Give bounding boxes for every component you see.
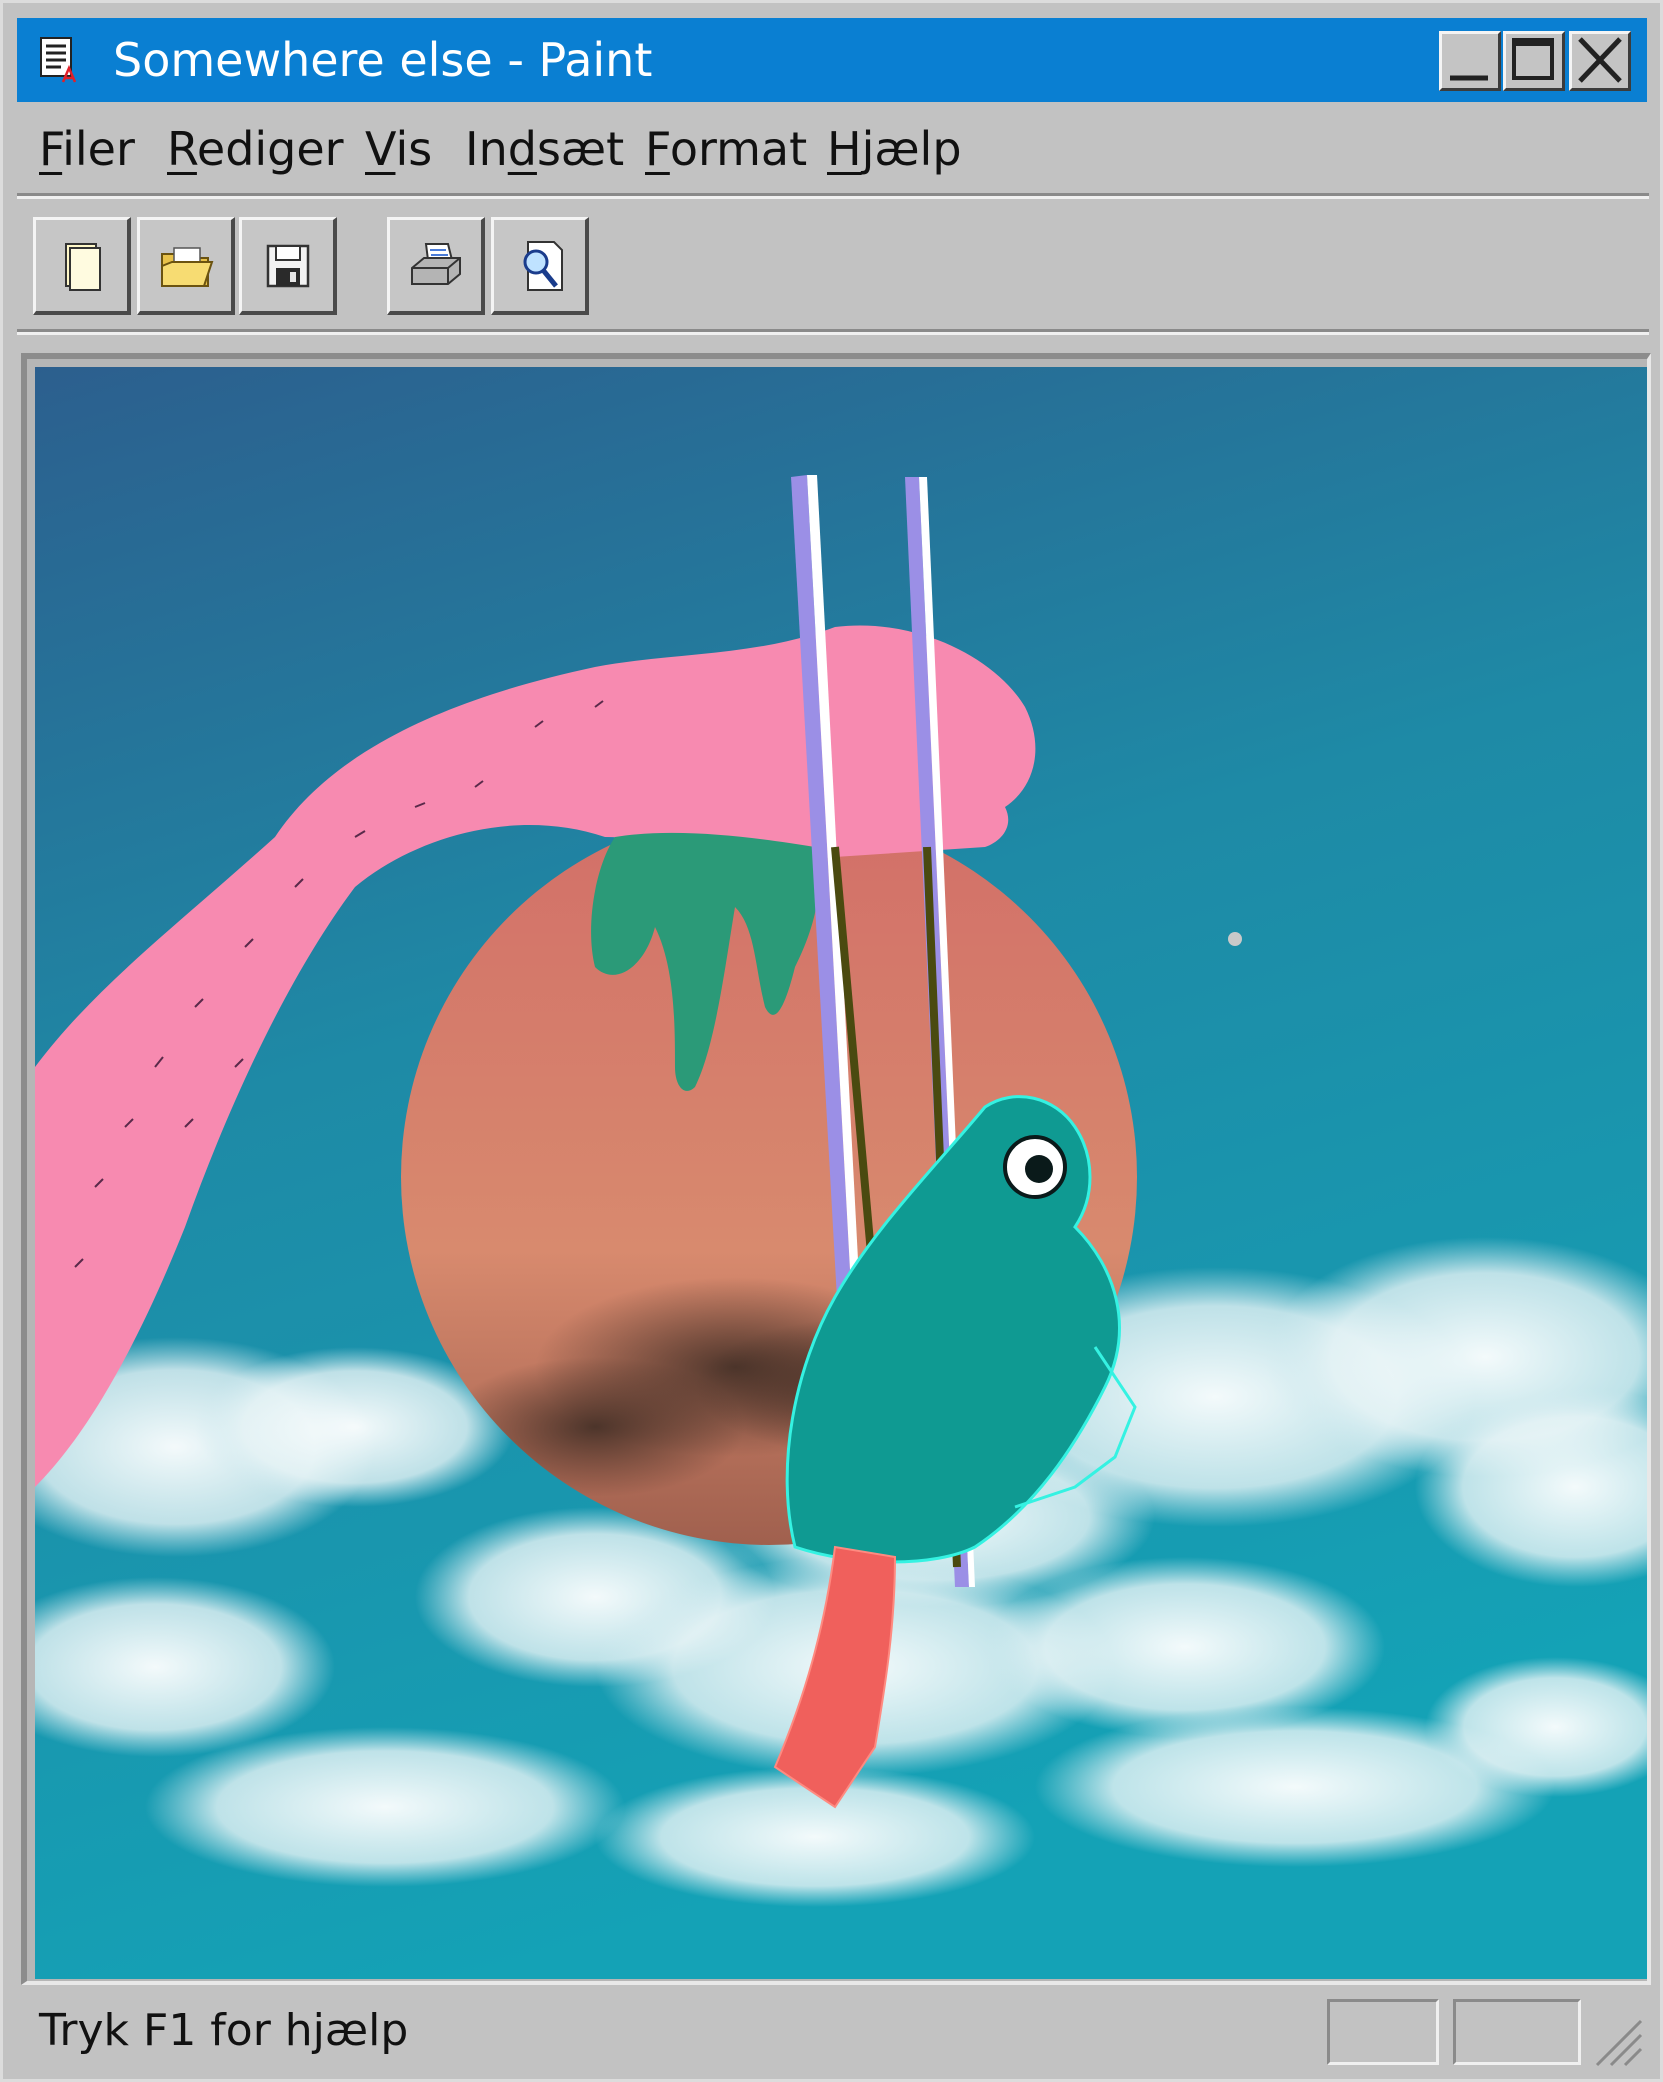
print-preview-button[interactable] [491, 217, 589, 315]
paint-app-icon [40, 37, 77, 83]
menu-separator [17, 193, 1649, 199]
status-panel-1 [1327, 1999, 1439, 2065]
menu-rediger[interactable]: Rediger [167, 121, 344, 177]
menu-format[interactable]: Format [645, 121, 807, 177]
close-icon [1578, 37, 1622, 83]
new-button[interactable] [33, 217, 131, 315]
maximize-icon [1512, 38, 1554, 80]
open-folder-icon [161, 247, 214, 287]
save-disk-icon [266, 244, 310, 288]
print-preview-icon [523, 241, 563, 291]
paint-window: Somewhere else - Paint Filer Rediger Vis… [0, 0, 1663, 2082]
maximize-button[interactable] [1503, 31, 1565, 91]
canvas-area [21, 353, 1651, 1985]
menu-filer[interactable]: Filer [39, 121, 135, 177]
resize-grip-icon[interactable] [1589, 2013, 1645, 2069]
paint-canvas[interactable] [35, 367, 1647, 1979]
toolbar [17, 207, 1647, 319]
new-document-icon [65, 243, 101, 291]
moon [1228, 932, 1242, 946]
close-button[interactable] [1569, 31, 1631, 91]
save-button[interactable] [239, 217, 337, 315]
open-button[interactable] [137, 217, 235, 315]
menu-bar: Filer Rediger Vis Indsæt Format Hjælp [17, 115, 1647, 181]
menu-indsaet[interactable]: Indsæt [465, 121, 624, 177]
menu-hjaelp[interactable]: Hjælp [827, 121, 962, 177]
title-bar[interactable]: Somewhere else - Paint [17, 18, 1647, 102]
status-text: Tryk F1 for hjælp [39, 2005, 409, 2056]
status-bar: Tryk F1 for hjælp [17, 1993, 1649, 2073]
window-title: Somewhere else - Paint [113, 33, 653, 87]
minimize-icon [1450, 75, 1488, 81]
toolbar-separator [17, 329, 1649, 335]
status-panel-2 [1453, 1999, 1581, 2065]
minimize-button[interactable] [1439, 31, 1501, 91]
print-button[interactable] [387, 217, 485, 315]
print-icon [411, 243, 461, 285]
menu-vis[interactable]: Vis [365, 121, 432, 177]
